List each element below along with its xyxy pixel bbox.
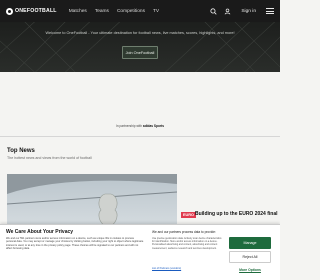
sponsor-line: In partnership with adidas Sports	[0, 124, 280, 128]
nav-link-matches[interactable]: Matches	[69, 9, 87, 14]
cookie-banner: We Care About Your Privacy We and our 59…	[0, 224, 280, 280]
cookie-title: We Care About Your Privacy	[6, 229, 74, 235]
logo[interactable]: ONEFOOTBALL	[6, 7, 57, 15]
reject-all-button[interactable]: Reject All	[229, 251, 271, 263]
hero-tagline: Welcome to OneFootball - Your ultimate d…	[45, 31, 235, 35]
news-tag-badge: EURO	[181, 212, 196, 218]
top-nav: ONEFOOTBALL Matches Teams Competitions T…	[0, 0, 280, 22]
nav-actions: Sign in	[209, 7, 274, 16]
nav-link-competitions[interactable]: Competitions	[117, 9, 145, 14]
section-title: Top News	[7, 148, 35, 154]
news-headline[interactable]: Building up to the EURO 2024 final	[195, 211, 278, 217]
page: ONEFOOTBALL Matches Teams Competitions T…	[0, 0, 280, 280]
sponsor-prefix: In partnership with	[115, 124, 143, 128]
more-options-button[interactable]: More Options	[229, 268, 271, 272]
logo-icon	[6, 7, 13, 15]
manage-button[interactable]: Manage	[229, 237, 271, 249]
cookie-body: We and our 591 partners store and/or acc…	[6, 237, 144, 251]
nav-link-tv[interactable]: TV	[153, 9, 159, 14]
nav-link-teams[interactable]: Teams	[95, 9, 109, 14]
hero-banner: Welcome to OneFootball - Your ultimate d…	[0, 22, 280, 72]
cookie-purposes-body: Use precise geolocation data. Actively s…	[152, 237, 222, 250]
divider	[0, 136, 280, 137]
cookie-purposes-title: We and our partners process data to prov…	[152, 230, 216, 234]
partners-link[interactable]: List of Partners (vendors)	[152, 267, 181, 270]
join-button[interactable]: Join OneFootball	[122, 46, 158, 59]
signin-button[interactable]: Sign in	[237, 7, 260, 16]
section-subtitle: The hottest news and views from the worl…	[7, 156, 92, 160]
menu-icon[interactable]	[266, 8, 274, 14]
user-icon[interactable]	[223, 7, 231, 15]
search-icon[interactable]	[209, 7, 217, 15]
logo-text: ONEFOOTBALL	[15, 8, 57, 14]
sponsor-brand[interactable]: adidas Sports	[143, 124, 164, 128]
